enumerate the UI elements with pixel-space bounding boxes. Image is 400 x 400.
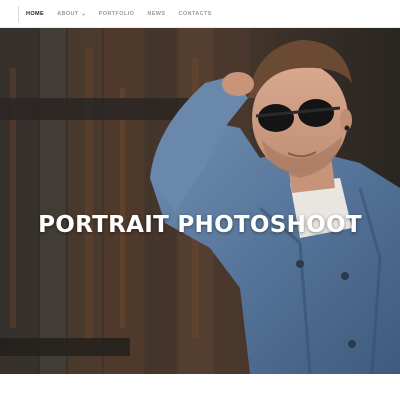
portrait-photo bbox=[0, 28, 400, 374]
nav-divider bbox=[18, 6, 19, 22]
nav-item-portfolio[interactable]: PORTFOLIO bbox=[99, 11, 135, 17]
hero-banner: PORTRAIT PHOTOSHOOT bbox=[0, 28, 400, 374]
nav-item-home[interactable]: HOME bbox=[26, 11, 44, 17]
nav-item-label: ABOUT bbox=[57, 11, 79, 17]
nav-menu: HOME ABOUT PORTFOLIO NEWS CONTACTS bbox=[26, 0, 212, 28]
nav-item-label: PORTFOLIO bbox=[98, 11, 135, 17]
nav-item-news[interactable]: NEWS bbox=[147, 11, 165, 17]
nav-item-label: HOME bbox=[26, 11, 45, 17]
top-navbar: HOME ABOUT PORTFOLIO NEWS CONTACTS bbox=[0, 0, 400, 28]
nav-item-label: NEWS bbox=[147, 11, 166, 17]
nav-item-contacts[interactable]: CONTACTS bbox=[178, 11, 211, 17]
content-area bbox=[0, 374, 400, 400]
nav-item-label: CONTACTS bbox=[178, 11, 212, 17]
hero-title: PORTRAIT PHOTOSHOOT bbox=[38, 212, 362, 238]
chevron-down-icon bbox=[81, 12, 86, 17]
nav-item-about[interactable]: ABOUT bbox=[57, 11, 86, 17]
